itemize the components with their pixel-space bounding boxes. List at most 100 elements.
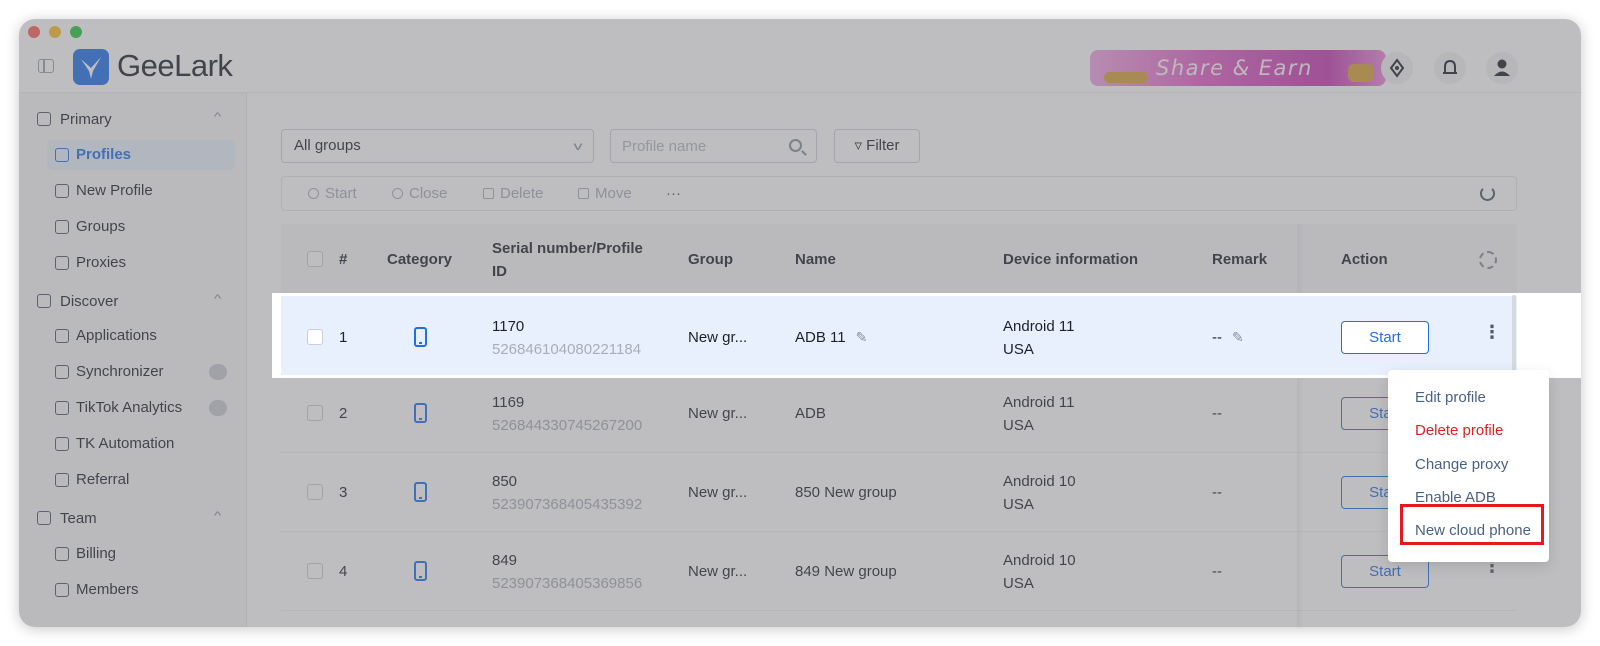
sidebar-item-label: New Profile <box>76 182 153 199</box>
row-index: 3 <box>339 484 348 501</box>
header-index: # <box>339 251 348 268</box>
menu-item-change-proxy[interactable]: Change proxy <box>1415 456 1508 473</box>
minimize-window-button[interactable] <box>49 26 61 38</box>
profile-name: 850 New group <box>795 484 897 501</box>
chevron-up-icon: ^ <box>213 111 222 123</box>
folder-icon <box>578 188 589 199</box>
serial-number: 1170 <box>492 318 525 335</box>
sidebar-item-proxies[interactable]: Proxies <box>47 248 235 278</box>
billing-icon <box>55 547 69 561</box>
move-batch-button[interactable]: Move <box>578 185 632 202</box>
sidebar-item-tiktok-analytics[interactable]: TikTok Analytics <box>47 393 235 423</box>
table-scrollbar[interactable] <box>1512 295 1516 375</box>
menu-item-edit-profile[interactable]: Edit profile <box>1415 389 1486 406</box>
search-input[interactable] <box>622 130 782 162</box>
user-icon[interactable] <box>1486 52 1518 84</box>
app-window: GeeLark Share & Earn Primary ^ Profiles N… <box>19 19 1581 627</box>
geelark-logo <box>73 49 109 85</box>
sidebar-item-referral[interactable]: Referral <box>47 465 235 495</box>
menu-item-delete-profile[interactable]: Delete profile <box>1415 422 1503 439</box>
home-icon <box>37 112 51 126</box>
row-context-menu: Edit profile Delete profile Change proxy… <box>1388 370 1549 562</box>
header-category: Category <box>387 251 453 268</box>
play-icon <box>308 188 319 199</box>
bell-icon[interactable] <box>1434 52 1466 84</box>
remark-cell: -- ✎ <box>1212 326 1244 349</box>
launch-icon[interactable] <box>1381 52 1413 84</box>
sidebar-item-new-profile[interactable]: New Profile <box>47 176 235 206</box>
profile-search[interactable] <box>610 129 817 163</box>
chevron-down-icon: v <box>573 139 583 153</box>
sidebar-item-label: Billing <box>76 545 117 562</box>
sidebar-toggle-icon[interactable] <box>38 59 54 73</box>
sidebar-item-members[interactable]: Members <box>47 575 235 605</box>
refresh-icon[interactable] <box>1480 186 1495 201</box>
phone-icon <box>414 482 427 502</box>
sidebar-section-team[interactable]: Team ^ <box>37 510 221 527</box>
sidebar-item-label: Profiles <box>76 146 132 163</box>
header-serial-line1: Serial number/Profile <box>492 240 643 257</box>
row-more-icon[interactable]: ⋮ <box>1483 322 1501 343</box>
serial-number: 1169 <box>492 394 525 411</box>
proxy-icon <box>55 256 69 270</box>
table-row[interactable]: 2 1169 526844330745267200 New gr... ADB … <box>281 374 1517 453</box>
close-batch-button[interactable]: Close <box>392 185 447 202</box>
discover-icon <box>37 294 51 308</box>
sidebar-item-billing[interactable]: Billing <box>47 539 235 569</box>
profile-name-cell: ADB 11 ✎ <box>795 326 867 349</box>
sidebar: Primary ^ Profiles New Profile Groups Pro… <box>19 93 247 627</box>
sidebar-item-groups[interactable]: Groups <box>47 212 235 242</box>
device-os: Android 11 <box>1003 318 1075 335</box>
list-icon <box>55 220 69 234</box>
coin-stack-icon <box>1348 64 1374 82</box>
row-checkbox[interactable] <box>307 484 323 500</box>
remark-text: -- <box>1212 405 1222 422</box>
funnel-icon: ▿ <box>854 137 862 154</box>
header-device: Device information <box>1003 251 1139 268</box>
search-icon[interactable] <box>789 139 802 152</box>
close-window-button[interactable] <box>28 26 40 38</box>
toolbar-label: Move <box>595 185 632 202</box>
profile-id: 526846104080221184 <box>492 341 642 358</box>
sidebar-item-profiles[interactable]: Profiles <box>47 140 235 170</box>
remark-text: -- <box>1212 484 1222 501</box>
sidebar-item-applications[interactable]: Applications <box>47 321 235 351</box>
profiles-icon <box>55 148 69 162</box>
section-label: Discover <box>60 293 119 310</box>
sidebar-item-label: TK Automation <box>76 435 175 452</box>
toolbar-label: Delete <box>500 185 544 202</box>
filter-button[interactable]: ▿ Filter <box>834 129 920 163</box>
row-index: 2 <box>339 405 348 422</box>
action-column-shadow <box>1297 224 1304 627</box>
profile-name: ADB <box>795 405 826 422</box>
start-batch-button[interactable]: Start <box>308 185 357 202</box>
column-settings-icon[interactable] <box>1479 251 1497 269</box>
group-name: New gr... <box>688 484 748 501</box>
select-all-checkbox[interactable] <box>307 251 323 267</box>
edit-remark-icon[interactable]: ✎ <box>1232 326 1244 349</box>
row-checkbox[interactable] <box>307 563 323 579</box>
sidebar-item-synchronizer[interactable]: Synchronizer <box>47 357 235 387</box>
sidebar-section-primary[interactable]: Primary ^ <box>37 111 221 128</box>
group-select[interactable]: All groups v <box>281 129 594 163</box>
header-serial: Serial number/Profile ID <box>492 237 643 283</box>
sidebar-section-discover[interactable]: Discover ^ <box>37 293 221 310</box>
table-row[interactable]: 4 849 523907368405369856 New gr... 849 N… <box>281 532 1517 611</box>
batch-toolbar: Start Close Delete Move ··· <box>281 176 1517 211</box>
sidebar-item-tk-automation[interactable]: TK Automation <box>47 429 235 459</box>
table-row-selected[interactable]: 1 1170 526846104080221184 New gr... ADB … <box>281 296 1517 375</box>
start-button[interactable]: Start <box>1341 321 1429 354</box>
row-index: 4 <box>339 563 348 580</box>
toolbar-label: Close <box>409 185 448 202</box>
row-checkbox[interactable] <box>307 329 323 345</box>
row-checkbox[interactable] <box>307 405 323 421</box>
maximize-window-button[interactable] <box>70 26 82 38</box>
device-country: USA <box>1003 417 1034 434</box>
share-earn-banner[interactable]: Share & Earn <box>1090 50 1386 86</box>
members-icon <box>55 583 69 597</box>
more-actions-button[interactable]: ··· <box>666 185 681 202</box>
edit-name-icon[interactable]: ✎ <box>856 326 868 349</box>
table-row[interactable]: 3 850 523907368405435392 New gr... 850 N… <box>281 453 1517 532</box>
delete-batch-button[interactable]: Delete <box>483 185 543 202</box>
sidebar-item-label: Synchronizer <box>76 363 164 380</box>
